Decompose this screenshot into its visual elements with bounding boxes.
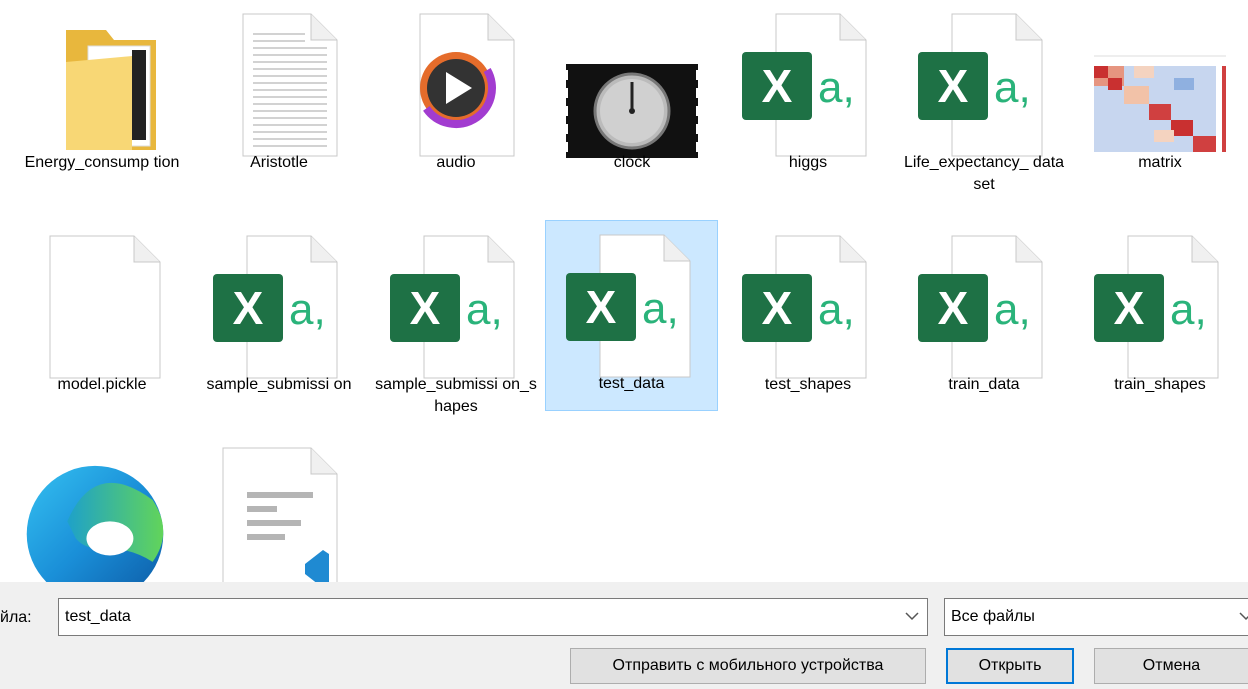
file-item-sample-submission-shapes[interactable]: X a, sample_submissi on_shapes bbox=[370, 222, 542, 432]
svg-text:a,: a, bbox=[1170, 285, 1207, 334]
file-grid: Energy_consump tion Aristotle audio cloc… bbox=[0, 0, 1248, 582]
svg-text:a,: a, bbox=[818, 285, 855, 334]
file-name: Life_expectancy_ dataset bbox=[903, 154, 1065, 193]
excel-csv-icon: X a, bbox=[213, 235, 338, 379]
chevron-down-icon[interactable] bbox=[903, 607, 921, 625]
file-name: sample_submissi on_shapes bbox=[375, 376, 537, 415]
excel-csv-icon: X a, bbox=[566, 234, 691, 378]
file-item-test-data[interactable]: X a, test_data bbox=[545, 220, 718, 411]
vscode-file-icon bbox=[222, 447, 338, 582]
edge-browser-icon bbox=[26, 465, 164, 582]
file-item-audio[interactable]: audio bbox=[370, 0, 542, 210]
svg-text:X: X bbox=[938, 282, 969, 334]
file-name: train_shapes bbox=[1114, 376, 1206, 393]
excel-csv-icon: X a, bbox=[390, 235, 515, 379]
file-item-model-pickle[interactable]: model.pickle bbox=[16, 222, 188, 432]
blank-file-icon bbox=[49, 235, 161, 379]
open-button[interactable]: Открыть bbox=[946, 648, 1074, 684]
svg-text:a,: a, bbox=[289, 285, 326, 334]
file-type-value: Все файлы bbox=[951, 608, 1035, 625]
file-name: model.pickle bbox=[57, 376, 147, 393]
svg-text:X: X bbox=[233, 282, 264, 334]
file-item-clock[interactable]: clock bbox=[546, 0, 718, 210]
excel-csv-icon: X a, bbox=[742, 13, 867, 157]
svg-text:X: X bbox=[586, 281, 617, 333]
file-item-train-shapes[interactable]: X a, train_shapes bbox=[1074, 222, 1246, 432]
file-name: Aristotle bbox=[250, 154, 308, 171]
dialog-bottom-bar: йла: test_data Все файлы Отправить с моб… bbox=[0, 582, 1248, 689]
file-item-edge-shortcut[interactable] bbox=[16, 434, 188, 582]
file-name: higgs bbox=[788, 154, 828, 171]
excel-csv-icon: X a, bbox=[918, 13, 1043, 157]
file-type-filter[interactable]: Все файлы bbox=[944, 598, 1248, 636]
svg-text:a,: a, bbox=[466, 285, 503, 334]
file-name: clock bbox=[613, 154, 651, 171]
video-thumbnail-icon bbox=[566, 64, 698, 158]
excel-csv-icon: X a, bbox=[742, 235, 867, 379]
file-item-sample-submission[interactable]: X a, sample_submissi on bbox=[193, 222, 365, 432]
file-name: sample_submissi on bbox=[206, 376, 352, 393]
file-item-higgs[interactable]: X a, higgs bbox=[722, 0, 894, 210]
folder-icon bbox=[66, 30, 156, 150]
svg-text:a,: a, bbox=[818, 63, 855, 112]
file-item-aristotle[interactable]: Aristotle bbox=[193, 0, 365, 210]
file-item-train-data[interactable]: X a, train_data bbox=[898, 222, 1070, 432]
svg-text:X: X bbox=[762, 282, 793, 334]
file-item-test-shapes[interactable]: X a, test_shapes bbox=[722, 222, 894, 432]
cancel-button[interactable]: Отмена bbox=[1094, 648, 1248, 684]
media-player-icon bbox=[416, 13, 515, 157]
file-name: test_data bbox=[598, 375, 665, 392]
filename-input[interactable]: test_data bbox=[65, 608, 131, 626]
file-name: audio bbox=[436, 154, 476, 171]
svg-text:a,: a, bbox=[994, 285, 1031, 334]
text-document-icon bbox=[242, 13, 338, 157]
file-item-vscode-file[interactable] bbox=[193, 434, 365, 582]
file-item-energy-consumption[interactable]: Energy_consump tion bbox=[16, 0, 188, 210]
svg-text:a,: a, bbox=[994, 63, 1031, 112]
excel-csv-icon: X a, bbox=[1094, 235, 1219, 379]
file-item-life-expectancy[interactable]: X a, Life_expectancy_ dataset bbox=[898, 0, 1070, 210]
svg-text:a,: a, bbox=[642, 284, 679, 333]
file-name: test_shapes bbox=[764, 376, 852, 393]
svg-text:X: X bbox=[938, 60, 969, 112]
file-name: train_data bbox=[948, 376, 1020, 393]
file-name: Energy_consump tion bbox=[24, 154, 180, 171]
send-from-mobile-button[interactable]: Отправить с мобильного устройства bbox=[570, 648, 926, 684]
file-item-matrix[interactable]: matrix bbox=[1074, 0, 1246, 210]
image-thumbnail-icon bbox=[1094, 55, 1226, 160]
svg-text:X: X bbox=[410, 282, 441, 334]
svg-text:X: X bbox=[1114, 282, 1145, 334]
excel-csv-icon: X a, bbox=[918, 235, 1043, 379]
filename-combobox[interactable]: test_data bbox=[58, 598, 928, 636]
chevron-down-icon[interactable] bbox=[1237, 607, 1248, 625]
filename-label: йла: bbox=[0, 609, 32, 626]
file-name: matrix bbox=[1138, 154, 1182, 171]
svg-text:X: X bbox=[762, 60, 793, 112]
